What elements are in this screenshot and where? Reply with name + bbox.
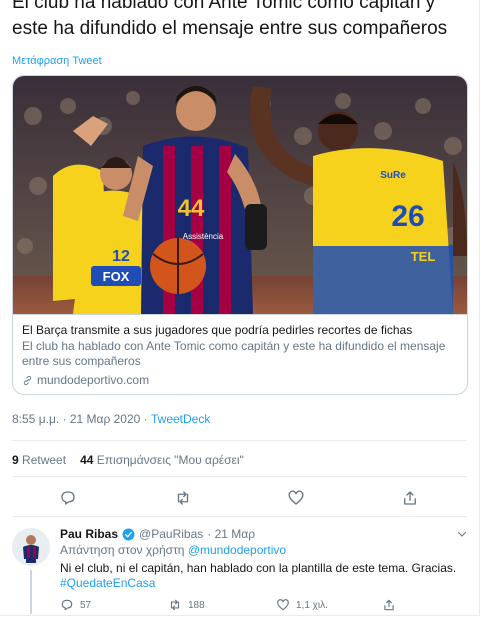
jersey-sponsor-tel: TEL bbox=[411, 249, 436, 264]
jersey-number-right: 26 bbox=[391, 200, 424, 233]
tweet-timestamp[interactable]: 8:55 μ.μ. · 21 Μαρ 2020 · bbox=[12, 412, 151, 426]
link-icon bbox=[23, 375, 32, 385]
retweets-stat[interactable]: 9 Retweet bbox=[12, 453, 66, 467]
reply-icon bbox=[61, 599, 73, 611]
tweet-meta: 8:55 μ.μ. · 21 Μαρ 2020 · TweetDeck bbox=[12, 412, 210, 426]
reply-hashtag[interactable]: #QuedateEnCasa bbox=[60, 576, 155, 590]
like-count: 1,1 χιλ. bbox=[296, 599, 328, 611]
reply-count: 57 bbox=[80, 599, 92, 611]
author-name[interactable]: Pau Ribas bbox=[60, 527, 118, 541]
reply-header: Pau Ribas @PauRibas · 21 Μαρ bbox=[60, 527, 255, 541]
reply-button[interactable] bbox=[56, 486, 80, 510]
tweet-stats: 9 Retweet 44 Επισημάνσεις "Μου αρέσει" bbox=[12, 453, 244, 467]
reply-retweet-button[interactable]: 188 bbox=[168, 598, 205, 612]
retweets-label: Retweet bbox=[22, 453, 67, 467]
translate-tweet-link[interactable]: Μετάφραση Tweet bbox=[12, 55, 102, 67]
link-preview-card[interactable]: FOX 12 44 Assistència SuRe 26 TEL El Bar… bbox=[12, 75, 468, 395]
card-domain[interactable]: mundodeportivo.com bbox=[22, 373, 149, 387]
divider bbox=[12, 440, 467, 441]
avatar[interactable] bbox=[12, 528, 50, 566]
avatar-image bbox=[12, 528, 50, 566]
likes-stat[interactable]: 44 Επισημάνσεις "Μου αρέσει" bbox=[80, 453, 244, 467]
jersey-sponsor-assistencia: Assistència bbox=[183, 232, 224, 241]
retweet-icon bbox=[177, 491, 189, 505]
jersey-sponsor-fox: FOX bbox=[103, 269, 130, 284]
reply-icon bbox=[61, 491, 75, 505]
tweet-text: El club ha hablado con Ante Tomic como c… bbox=[12, 0, 448, 39]
tweet-source-link[interactable]: TweetDeck bbox=[151, 412, 210, 426]
divider bbox=[12, 516, 467, 517]
jersey-number-left: 12 bbox=[112, 248, 130, 265]
reply-tweet[interactable]: Pau Ribas @PauRibas · 21 Μαρ Απάντηση στ… bbox=[0, 520, 481, 617]
card-body: El Barça transmite a sus jugadores que p… bbox=[13, 314, 467, 394]
jersey-sponsor-sure: SuRe bbox=[380, 170, 406, 181]
likes-label: Επισημάνσεις "Μου αρέσει" bbox=[96, 453, 244, 467]
replying-to: Απάντηση στον χρήστη @mundodeportivo bbox=[60, 543, 286, 557]
like-icon bbox=[288, 490, 304, 505]
like-button[interactable] bbox=[284, 486, 308, 510]
divider bbox=[12, 476, 467, 477]
card-domain-text: mundodeportivo.com bbox=[37, 373, 150, 387]
reply-like-button[interactable]: 1,1 χιλ. bbox=[276, 598, 328, 612]
like-icon bbox=[277, 599, 289, 611]
share-icon bbox=[404, 491, 416, 505]
replying-label: Απάντηση στον χρήστη bbox=[60, 543, 185, 557]
share-button[interactable] bbox=[398, 486, 422, 510]
retweet-icon bbox=[170, 599, 180, 611]
reply-share-button[interactable] bbox=[382, 598, 396, 612]
tweet-detail-panel: El club ha hablado con Ante Tomic como c… bbox=[0, 0, 480, 616]
share-icon bbox=[384, 599, 394, 611]
thread-line bbox=[30, 570, 32, 614]
chevron-down-icon[interactable] bbox=[456, 528, 468, 540]
tweet-actions bbox=[0, 486, 481, 510]
verified-badge-icon bbox=[122, 528, 135, 540]
likes-count: 44 bbox=[80, 453, 94, 467]
retweets-count: 9 bbox=[12, 453, 19, 467]
replying-mention[interactable]: @mundodeportivo bbox=[188, 543, 286, 557]
reply-body: Ni el club, ni el capitán, han hablado c… bbox=[60, 561, 457, 575]
reply-date[interactable]: · 21 Μαρ bbox=[207, 527, 255, 541]
reply-actions: 57 188 1,1 χιλ. bbox=[60, 598, 470, 614]
author-handle[interactable]: @PauRibas bbox=[139, 527, 203, 541]
jersey-number-center: 44 bbox=[178, 195, 205, 222]
reply-text: Ni el club, ni el capitán, han hablado c… bbox=[60, 561, 465, 591]
card-description: El club ha hablado con Ante Tomic como c… bbox=[22, 339, 446, 368]
card-title: El Barça transmite a sus jugadores que p… bbox=[22, 323, 413, 337]
retweet-count: 188 bbox=[188, 599, 205, 611]
reply-reply-button[interactable]: 57 bbox=[60, 598, 91, 612]
card-image: FOX 12 44 Assistència SuRe 26 TEL bbox=[13, 76, 467, 314]
retweet-button[interactable] bbox=[171, 486, 195, 510]
